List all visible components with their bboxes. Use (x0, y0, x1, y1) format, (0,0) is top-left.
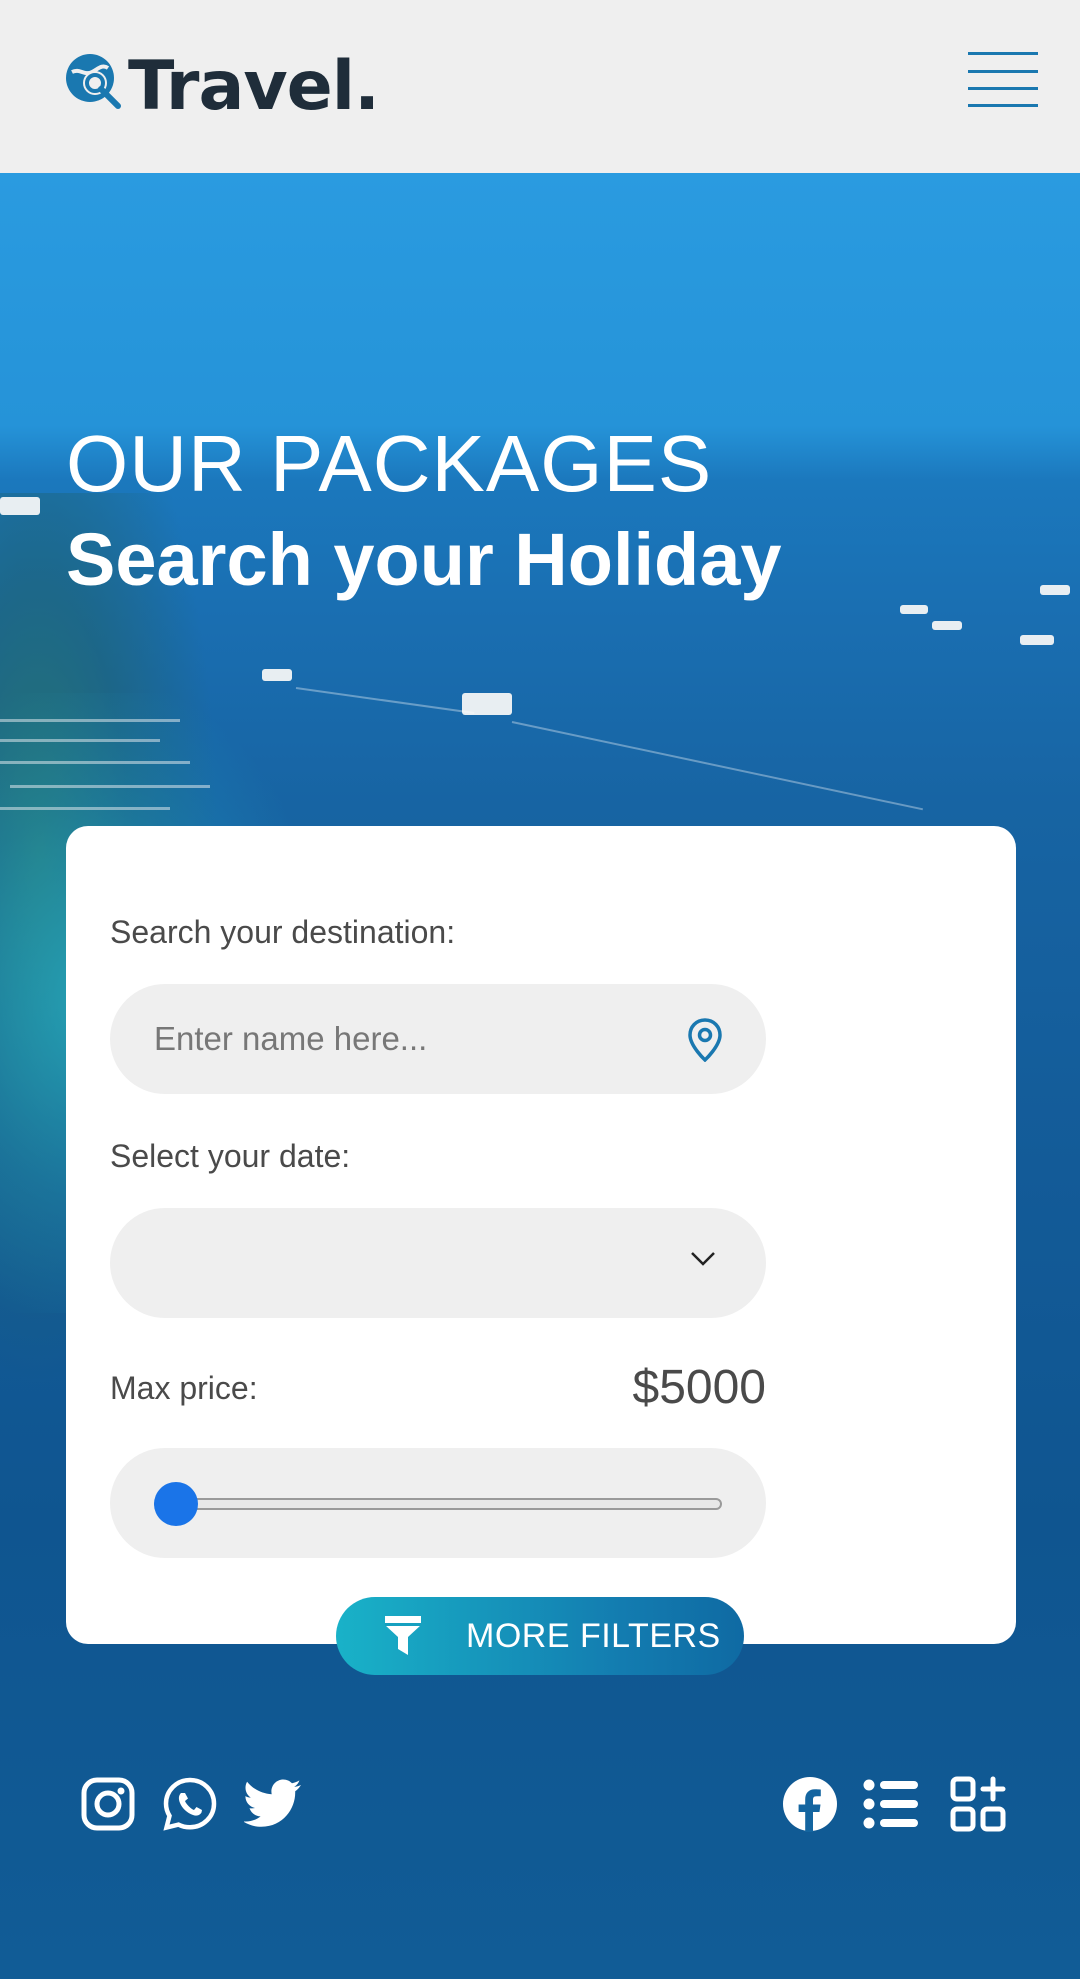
location-pin-icon[interactable] (688, 1018, 722, 1062)
hero-boat (932, 621, 962, 630)
hero-dock (0, 761, 190, 764)
hero-dock (0, 739, 160, 742)
funnel-icon (385, 1616, 421, 1655)
date-label: Select your date: (110, 1138, 351, 1174)
hero-dock (0, 719, 180, 722)
hamburger-menu-icon (968, 52, 1038, 107)
hero-title: OUR PACKAGES (66, 419, 713, 508)
hero-boat (262, 669, 292, 681)
brand-logo[interactable]: Travel. (62, 46, 380, 126)
list-icon[interactable] (862, 1776, 918, 1832)
price-slider[interactable] (110, 1448, 766, 1558)
price-slider-track[interactable] (154, 1498, 722, 1510)
chevron-down-icon (691, 1252, 715, 1266)
whatsapp-icon[interactable] (162, 1776, 218, 1832)
hamburger-menu-button[interactable] (968, 52, 1038, 108)
top-header: Travel. (0, 0, 1080, 173)
globe-search-icon (66, 54, 121, 109)
hero-boat (1040, 585, 1070, 595)
max-price-label: Max price: (110, 1370, 258, 1406)
destination-input[interactable] (154, 984, 674, 1094)
twitter-icon[interactable] (244, 1776, 302, 1832)
hero-boat (900, 605, 928, 614)
hero-boat-wake (511, 721, 924, 811)
more-filters-button[interactable]: MORE FILTERS (336, 1597, 744, 1675)
destination-label: Search your destination: (110, 914, 456, 950)
more-filters-label: MORE FILTERS (466, 1617, 721, 1655)
hero-building (0, 497, 40, 515)
price-slider-thumb[interactable] (154, 1482, 198, 1526)
instagram-icon[interactable] (80, 1776, 136, 1832)
brand-name: Travel. (128, 46, 380, 126)
hero-boat (1020, 635, 1054, 645)
destination-field[interactable] (110, 984, 766, 1094)
grid-add-icon[interactable] (950, 1776, 1006, 1832)
hero-subtitle: Search your Holiday (66, 518, 782, 601)
search-card: Search your destination: Select your dat… (66, 826, 1016, 1644)
max-price-value: $5000 (632, 1361, 766, 1414)
hero-boat-wake (295, 687, 475, 715)
facebook-icon[interactable] (782, 1776, 838, 1832)
hero-dock (10, 785, 210, 788)
hero-dock (0, 807, 170, 810)
date-select[interactable] (110, 1208, 766, 1318)
